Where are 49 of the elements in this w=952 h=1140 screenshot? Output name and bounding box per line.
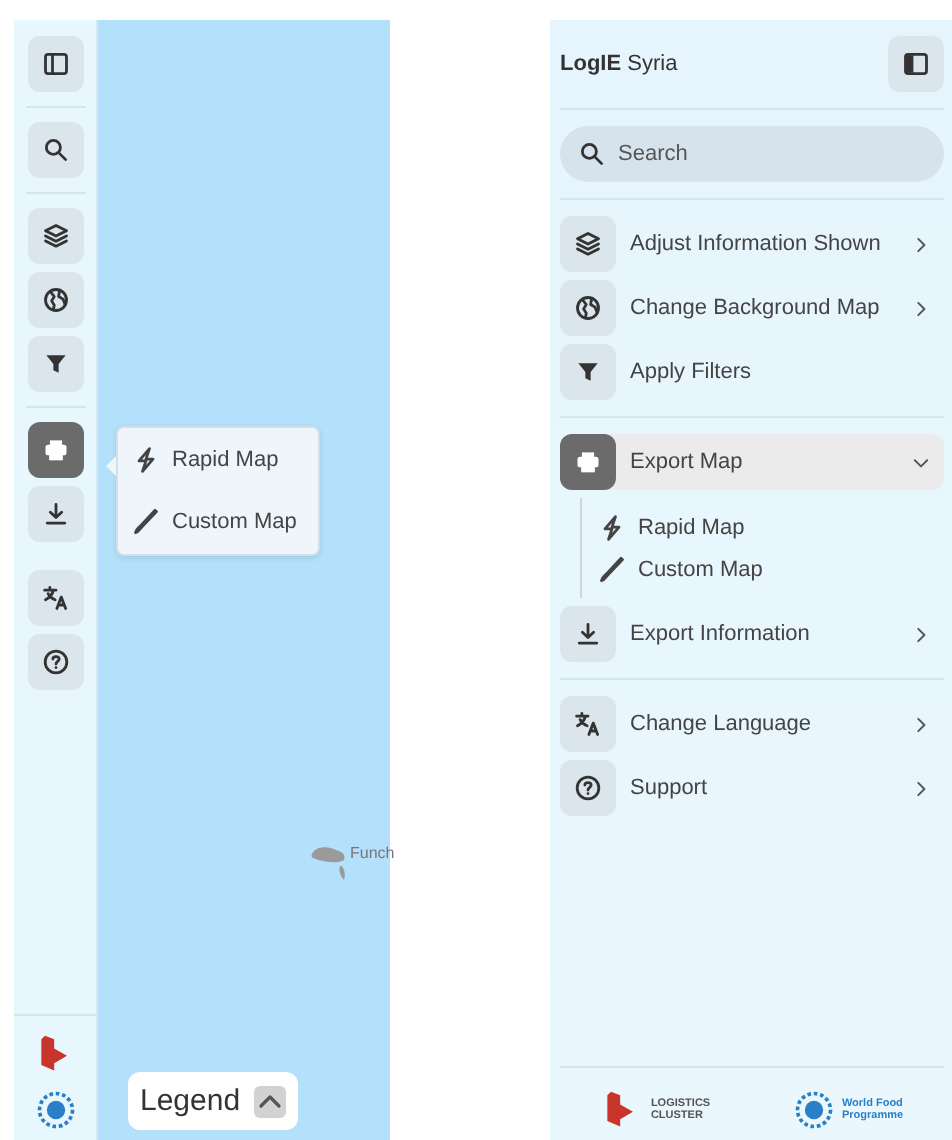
- lightning-icon: [132, 446, 160, 474]
- translate-icon: [41, 584, 69, 612]
- translate-button[interactable]: [27, 570, 83, 626]
- menu-item[interactable]: Support: [560, 760, 944, 816]
- search-button[interactable]: [27, 122, 83, 178]
- legend-button[interactable]: Legend: [128, 1072, 299, 1130]
- popup-menu-item[interactable]: Rapid Map: [118, 440, 318, 480]
- layers-icon: [41, 222, 69, 250]
- submenu-item[interactable]: Rapid Map: [582, 506, 944, 548]
- menu-item[interactable]: Export Information: [560, 606, 944, 662]
- globe-icon: [560, 280, 616, 336]
- filter-icon: [560, 344, 616, 400]
- wreath-logo-icon: [791, 1088, 836, 1132]
- menu-item[interactable]: Adjust Information Shown: [560, 216, 944, 272]
- lightning-icon: [598, 513, 626, 541]
- layers-button[interactable]: [27, 208, 83, 264]
- app-title: LogIE Syria: [560, 52, 678, 76]
- filter-icon: [41, 350, 69, 378]
- sidebar-toggle-button[interactable]: [27, 36, 83, 92]
- print-button[interactable]: [27, 422, 83, 478]
- globe-button[interactable]: [27, 272, 83, 328]
- brush-icon: [598, 555, 626, 583]
- translate-icon: [560, 696, 616, 752]
- search-icon: [578, 140, 606, 168]
- help-icon: [560, 760, 616, 816]
- download-icon: [41, 500, 69, 528]
- printer-icon: [560, 434, 616, 490]
- printer-icon: [41, 436, 69, 464]
- menu-item[interactable]: Change Background Map: [560, 280, 944, 336]
- help-icon: [41, 648, 69, 676]
- help-button[interactable]: [27, 634, 83, 690]
- wreath-logo-icon: [33, 1088, 77, 1132]
- popup-menu-item[interactable]: Custom Map: [118, 502, 318, 542]
- menu-item[interactable]: Export Map: [560, 434, 944, 490]
- search-icon: [41, 136, 69, 164]
- sidebar-toggle-icon: [41, 50, 69, 78]
- download-icon: [560, 606, 616, 662]
- sidebar-toggle-icon: [902, 50, 930, 78]
- sidebar-toggle-button[interactable]: [888, 36, 944, 92]
- menu-item[interactable]: Apply Filters: [560, 344, 944, 400]
- filter-button[interactable]: [27, 336, 83, 392]
- download-button[interactable]: [27, 486, 83, 542]
- submenu-item[interactable]: Custom Map: [582, 548, 944, 590]
- island-shape: [310, 846, 346, 882]
- search-field[interactable]: Search: [560, 126, 944, 182]
- globe-icon: [41, 286, 69, 314]
- brush-icon: [132, 508, 160, 536]
- layers-icon: [560, 216, 616, 272]
- menu-item[interactable]: Change Language: [560, 696, 944, 752]
